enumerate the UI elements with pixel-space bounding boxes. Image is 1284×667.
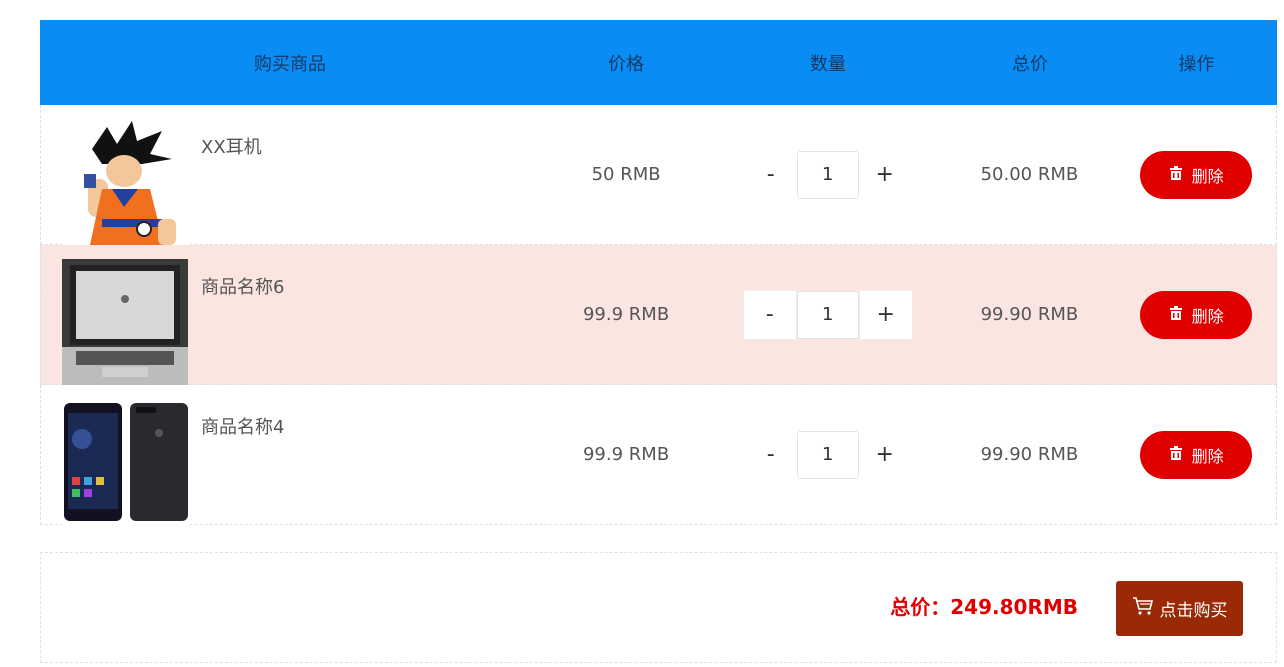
operation-cell: 删除 (1115, 430, 1276, 479)
product-cell: 商品名称6 (41, 245, 540, 385)
buy-button[interactable]: 点击购买 (1116, 581, 1243, 636)
row-total: 50.00 RMB (980, 164, 1079, 185)
delete-button[interactable]: 删除 (1139, 290, 1252, 339)
decrease-button[interactable]: - (745, 151, 797, 199)
anime-character-image (62, 118, 188, 245)
cart-table: 购买商品 价格 数量 总价 操作 XX耳机 50 RMB - 1 + 50.00… (40, 20, 1277, 525)
increase-button[interactable]: + (859, 151, 911, 199)
quantity-input[interactable] (796, 430, 859, 479)
quantity-input[interactable] (796, 290, 859, 339)
delete-label: 删除 (1191, 166, 1224, 186)
phone-image (62, 398, 188, 525)
operation-cell: 删除 (1115, 150, 1276, 199)
quantity-cell: - + (712, 289, 944, 340)
product-price: 99.9 RMB (582, 304, 670, 325)
operation-cell: 删除 (1115, 290, 1276, 339)
decrease-button[interactable]: - (742, 289, 797, 340)
table-row: XX耳机 50 RMB - + 50.00 RMB 删除 (40, 105, 1277, 245)
table-row: 商品名称6 99.9 RMB - + 99.90 RMB 删除 (40, 245, 1277, 385)
product-name: XX耳机 (201, 136, 262, 158)
laptop-image (62, 258, 188, 385)
table-header: 购买商品 价格 数量 总价 操作 (40, 20, 1277, 105)
quantity-stepper: - + (712, 150, 944, 200)
product-name: 商品名称6 (201, 276, 285, 298)
increase-button[interactable]: + (859, 431, 911, 479)
delete-label: 删除 (1191, 306, 1224, 326)
header-quantity: 数量 (810, 53, 846, 75)
delete-label: 删除 (1191, 446, 1224, 466)
delete-button[interactable]: 删除 (1139, 430, 1252, 479)
delete-button[interactable]: 删除 (1139, 150, 1252, 199)
product-name: 商品名称4 (201, 416, 285, 438)
trash-icon (1168, 305, 1184, 325)
header-total: 总价 (1012, 53, 1048, 75)
grand-total: 总价：249.80RMB (890, 595, 1078, 619)
trash-icon (1168, 445, 1184, 465)
header-price: 价格 (608, 53, 644, 75)
decrease-button[interactable]: - (745, 431, 797, 479)
row-total: 99.90 RMB (980, 444, 1079, 465)
product-price: 50 RMB (591, 164, 661, 185)
cart-icon (1132, 596, 1154, 621)
product-cell: 商品名称4 (41, 385, 540, 525)
quantity-stepper: - + (712, 289, 944, 340)
trash-icon (1168, 165, 1184, 185)
product-price: 99.9 RMB (582, 444, 670, 465)
quantity-stepper: - + (712, 430, 944, 480)
row-total: 99.90 RMB (980, 304, 1079, 325)
product-cell: XX耳机 (41, 105, 540, 245)
buy-label: 点击购买 (1159, 601, 1228, 621)
quantity-cell: - + (712, 430, 944, 480)
header-operation: 操作 (1178, 53, 1215, 75)
increase-button[interactable]: + (858, 289, 913, 340)
quantity-cell: - + (712, 150, 944, 200)
header-product: 购买商品 (254, 53, 326, 75)
cart-footer: 总价：249.80RMB 点击购买 (40, 552, 1277, 663)
table-row: 商品名称4 99.9 RMB - + 99.90 RMB 删除 (40, 385, 1277, 525)
quantity-input[interactable] (796, 150, 859, 199)
